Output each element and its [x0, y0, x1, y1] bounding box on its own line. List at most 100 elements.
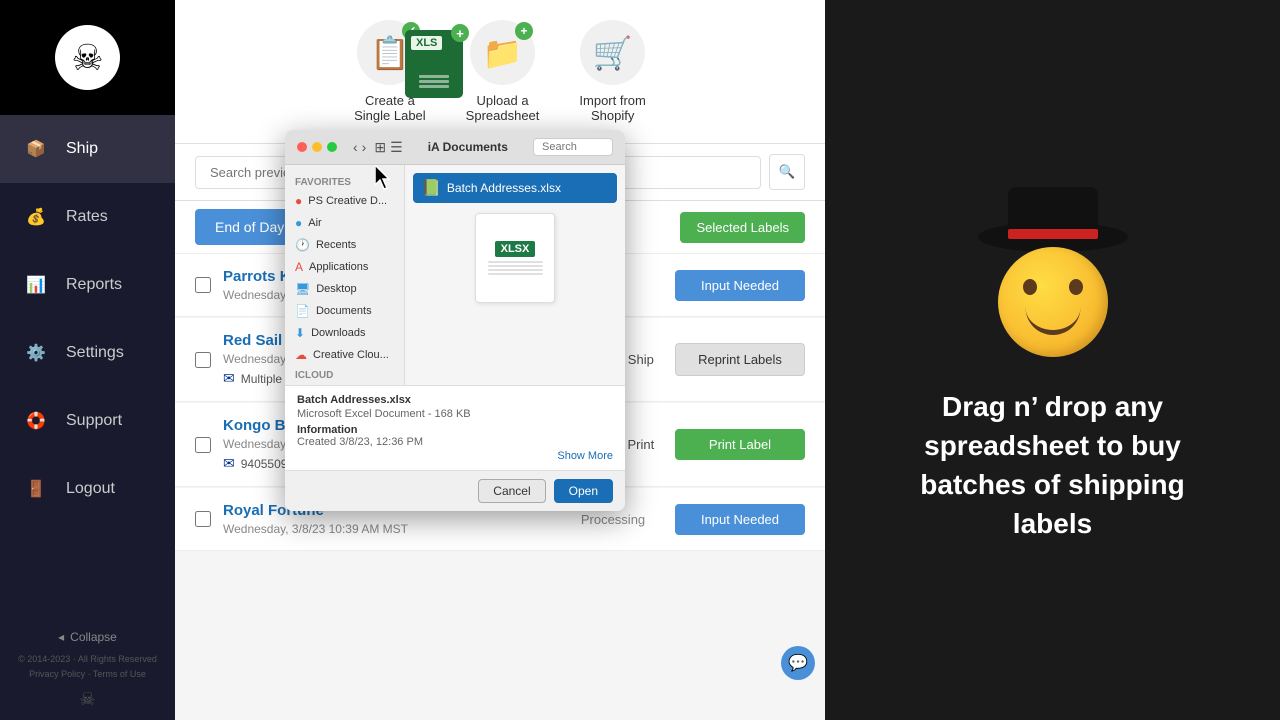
input-needed-button-3[interactable]: Input Needed	[675, 504, 805, 535]
favorites-header: Favorites	[285, 173, 404, 190]
face-circle	[998, 247, 1108, 357]
right-eye	[1069, 279, 1083, 295]
file-info-created: Created 3/8/23, 12:36 PM	[297, 436, 613, 448]
cowboy-emoji	[973, 177, 1133, 357]
usps-icon: ✉	[223, 370, 235, 387]
upload-spreadsheet-action[interactable]: 📁 + Upload aSpreadsheet	[466, 20, 540, 123]
sidebar-applications[interactable]: A Applications	[285, 256, 404, 278]
file-info-panel: Batch Addresses.xlsx Microsoft Excel Doc…	[285, 385, 625, 470]
collapse-label: Collapse	[70, 630, 117, 644]
mac-picker-header: ‹ › ⊞ ☰ iA Documents	[285, 130, 625, 165]
view-list-button[interactable]: ☰	[390, 139, 403, 156]
chat-bubble-button[interactable]: 💬	[781, 646, 815, 680]
skull-icon: ☠	[71, 37, 103, 79]
sidebar-item-rates[interactable]: 💰 Rates	[0, 183, 175, 251]
support-icon: 🛟	[20, 405, 52, 437]
sidebar-air[interactable]: ● Air	[285, 212, 404, 234]
logout-icon: 🚪	[20, 473, 52, 505]
smile	[1025, 307, 1080, 335]
upload-spreadsheet-text: Upload aSpreadsheet	[466, 93, 540, 123]
mac-picker-nav: ‹ ›	[353, 139, 366, 155]
minimize-window-button[interactable]	[312, 142, 322, 152]
import-shopify-icon: 🛒	[580, 20, 645, 85]
logo-area: ☠	[0, 0, 175, 115]
upload-spreadsheet-icon: 📁 +	[470, 20, 535, 85]
ship-icon: 📦	[20, 133, 52, 165]
file-info-type: Microsoft Excel Document - 168 KB	[297, 408, 613, 420]
nav-items: 📦 Ship 💰 Rates 📊 Reports ⚙️ Settings 🛟 S…	[0, 115, 175, 616]
file-name: Batch Addresses.xlsx	[447, 181, 561, 195]
picker-title: iA Documents	[411, 140, 525, 154]
reprint-labels-button[interactable]: Reprint Labels	[675, 343, 805, 376]
sidebar-label-ship: Ship	[66, 140, 98, 158]
batch-addresses-file[interactable]: 📗 Batch Addresses.xlsx	[413, 173, 617, 203]
file-info-name: Batch Addresses.xlsx	[297, 394, 613, 406]
forward-button[interactable]: ›	[362, 139, 367, 155]
sidebar-icloud-drive[interactable]: ☁ iCloud Drive	[285, 383, 404, 385]
view-icon-button[interactable]: ⊞	[374, 139, 386, 156]
sidebar-item-support[interactable]: 🛟 Support	[0, 387, 175, 455]
xls-drag-icon: XLS +	[405, 30, 463, 98]
mac-picker-body: Favorites ● PS Creative D... ● Air 🕐 Rec…	[285, 165, 625, 385]
input-needed-button-0[interactable]: Input Needed	[675, 270, 805, 301]
mac-file-picker: ‹ › ⊞ ☰ iA Documents Favorites ● PS Crea…	[285, 130, 625, 511]
selected-labels-button[interactable]: Selected Labels	[680, 212, 805, 243]
mac-sidebar: Favorites ● PS Creative D... ● Air 🕐 Rec…	[285, 165, 405, 385]
picker-search[interactable]	[533, 138, 613, 156]
import-shopify-action[interactable]: 🛒 Import fromShopify	[579, 20, 645, 123]
shipment-checkbox[interactable]	[195, 437, 211, 453]
file-info-section: Information	[297, 424, 613, 436]
main-content: 📋 ✓ Create aSingle Label 📁 + Upload aSpr…	[175, 0, 825, 720]
mac-window-controls	[297, 142, 337, 152]
logo: ☠	[55, 25, 120, 90]
upload-badge: +	[515, 22, 533, 40]
show-more-link[interactable]: Show More	[557, 450, 613, 462]
sidebar-documents[interactable]: 📄 Documents	[285, 300, 404, 322]
spreadsheet-lines	[419, 75, 449, 88]
reports-icon: 📊	[20, 269, 52, 301]
sidebar-ps-creative[interactable]: ● PS Creative D...	[285, 190, 404, 212]
collapse-button[interactable]: ◂ Collapse	[50, 626, 125, 648]
print-label-button[interactable]: Print Label	[675, 429, 805, 460]
rates-icon: 💰	[20, 201, 52, 233]
open-button[interactable]: Open	[554, 479, 613, 503]
sidebar-downloads[interactable]: ⬇ Downloads	[285, 322, 404, 344]
import-shopify-text: Import fromShopify	[579, 93, 645, 123]
maximize-window-button[interactable]	[327, 142, 337, 152]
sidebar-recents[interactable]: 🕐 Recents	[285, 234, 404, 256]
xls-label: XLS	[411, 36, 442, 50]
sidebar-item-logout[interactable]: 🚪 Logout	[0, 455, 175, 523]
icloud-header: iCloud	[285, 366, 404, 383]
sidebar-label-support: Support	[66, 412, 122, 430]
sidebar-item-settings[interactable]: ⚙️ Settings	[0, 319, 175, 387]
xls-badge: +	[451, 24, 469, 42]
footer-text: © 2014-2023 · All Rights ReservedPrivacy…	[18, 652, 157, 681]
shipment-checkbox[interactable]	[195, 352, 211, 368]
sidebar-label-logout: Logout	[66, 480, 115, 498]
sidebar: ☠ 📦 Ship 💰 Rates 📊 Reports ⚙️ Settings 🛟	[0, 0, 175, 720]
back-button[interactable]: ‹	[353, 139, 358, 155]
sidebar-creative-cloud[interactable]: ☁ Creative Clou...	[285, 344, 404, 366]
cancel-button[interactable]: Cancel	[478, 479, 545, 503]
sidebar-bottom: ◂ Collapse © 2014-2023 · All Rights Rese…	[8, 616, 167, 720]
search-button[interactable]: 🔍	[769, 154, 805, 190]
sidebar-item-ship[interactable]: 📦 Ship	[0, 115, 175, 183]
xlsx-file-icon: 📗	[421, 178, 441, 198]
sidebar-item-reports[interactable]: 📊 Reports	[0, 251, 175, 319]
right-promo-panel: Drag n’ drop any spreadsheet to buy batc…	[825, 0, 1280, 720]
shipment-date: Wednesday, 3/8/23 10:39 AM MST	[223, 522, 551, 536]
sidebar-label-settings: Settings	[66, 344, 124, 362]
close-window-button[interactable]	[297, 142, 307, 152]
usps-icon: ✉	[223, 455, 235, 472]
promo-text: Drag n’ drop any spreadsheet to buy batc…	[878, 387, 1228, 544]
sidebar-desktop[interactable]: 🖥 Desktop	[285, 278, 404, 300]
footer-skull-icon: ☠	[79, 689, 95, 710]
sidebar-label-rates: Rates	[66, 208, 108, 226]
top-actions: 📋 ✓ Create aSingle Label 📁 + Upload aSpr…	[175, 0, 825, 144]
mac-main-area: 📗 Batch Addresses.xlsx XLSX	[405, 165, 625, 385]
hat-svg	[973, 177, 1133, 257]
shipment-checkbox[interactable]	[195, 277, 211, 293]
shipment-checkbox[interactable]	[195, 511, 211, 527]
shipment-status: Processing	[563, 512, 663, 527]
emoji-container	[973, 177, 1133, 357]
